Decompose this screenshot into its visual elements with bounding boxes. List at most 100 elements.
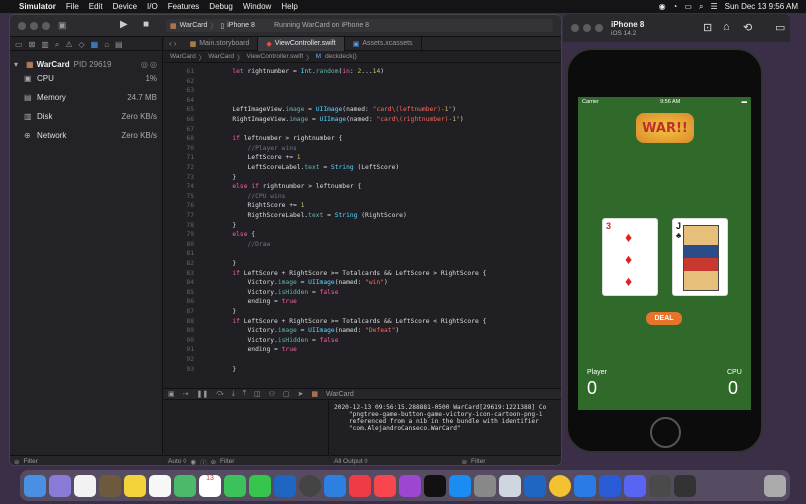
menu-window[interactable]: Window: [243, 2, 271, 11]
code-line[interactable]: Victory.image = UIImage(named: "win"): [202, 279, 387, 286]
maps-icon[interactable]: [174, 474, 196, 497]
notes-icon[interactable]: [99, 474, 121, 497]
code-line[interactable]: //Draw: [202, 241, 270, 248]
menu-io[interactable]: I/O: [147, 2, 158, 11]
code-line[interactable]: }: [202, 222, 236, 229]
code-line[interactable]: else if rightnumber > leftnumber {: [202, 183, 361, 190]
stop-button[interactable]: ■: [143, 19, 149, 30]
record-icon[interactable]: ◉: [659, 2, 666, 11]
breakpoint-icon[interactable]: ⌂: [104, 40, 109, 49]
sidebar-toggle-icon[interactable]: ▣: [58, 20, 67, 31]
folder-icon[interactable]: ▭: [15, 40, 23, 49]
code-line[interactable]: if LeftScore + RightScore >= Totalcards …: [202, 318, 486, 325]
memory-graph-icon[interactable]: ⚇: [269, 390, 275, 398]
test-icon[interactable]: ◇: [78, 40, 84, 49]
search-icon[interactable]: ⌕: [699, 2, 703, 12]
code-line[interactable]: if leftnumber > rightnumber {: [202, 135, 342, 142]
trash-icon[interactable]: [764, 474, 786, 497]
podcasts-icon[interactable]: [399, 474, 421, 497]
find-icon[interactable]: ⌕: [55, 40, 59, 49]
info-icon[interactable]: ⓘ: [200, 457, 207, 466]
outlook-icon[interactable]: [524, 474, 546, 497]
symbol-icon[interactable]: ▥: [41, 40, 49, 49]
messages-icon[interactable]: [249, 474, 271, 497]
close-window-button[interactable]: [571, 24, 579, 32]
navigator-filter[interactable]: ⊜ Filter: [10, 455, 163, 465]
eye-icon[interactable]: ◉: [190, 458, 196, 466]
code-line[interactable]: }: [202, 308, 236, 315]
music-icon[interactable]: [374, 474, 396, 497]
jump-project[interactable]: WarCard: [170, 53, 196, 60]
report-icon[interactable]: ▤: [115, 40, 123, 49]
scheme-selector[interactable]: ▦ WarCard 〉 ▯ iPhone 8: [166, 19, 276, 32]
downloads-icon[interactable]: [674, 474, 696, 497]
menu-edit[interactable]: Edit: [89, 2, 103, 11]
breakpoints-icon[interactable]: ⇢: [183, 390, 189, 398]
outlook-icon[interactable]: [274, 474, 296, 497]
reminders-icon[interactable]: [149, 474, 171, 497]
minimize-window-button[interactable]: [583, 24, 591, 32]
gauge-memory[interactable]: ▤ Memory 24.7 MB: [10, 90, 163, 104]
code-area[interactable]: 61 let rightnumber = Int.random(in: 2...…: [164, 64, 561, 384]
system-preferences-icon[interactable]: [474, 474, 496, 497]
battery-icon[interactable]: ▭: [684, 2, 692, 11]
source-control-icon[interactable]: ⊠: [29, 40, 36, 49]
pause-icon[interactable]: ❚❚: [197, 390, 209, 398]
tv-icon[interactable]: [424, 474, 446, 497]
jump-group[interactable]: WarCard: [208, 53, 234, 60]
home-icon[interactable]: ⌂: [723, 21, 730, 33]
code-line[interactable]: }: [202, 174, 236, 181]
code-line[interactable]: }: [202, 260, 236, 267]
pause-icon[interactable]: ◎ ◎: [141, 60, 157, 69]
hide-debug-icon[interactable]: ▣: [168, 390, 175, 398]
tab-main-storyboard[interactable]: ▦ Main.storyboard: [182, 36, 259, 51]
photos-icon[interactable]: [74, 474, 96, 497]
nav-back-icon[interactable]: ‹ ›: [164, 39, 182, 48]
location-icon[interactable]: ➤: [297, 390, 303, 398]
code-line[interactable]: Victory.isHidden = false: [202, 289, 338, 296]
code-line[interactable]: if LeftScore + RightScore >= Totalcards …: [202, 270, 486, 277]
tab-viewcontroller-swift[interactable]: ◆ ViewController.swift: [258, 36, 345, 51]
code-line[interactable]: else {: [202, 231, 255, 238]
code-line[interactable]: RightImageView.image = UIImage(named: "c…: [202, 116, 463, 123]
code-line[interactable]: Victory.image = UIImage(named: "Defeat"): [202, 327, 399, 334]
code-line[interactable]: LeftScoreLabel.text = String (LeftScore): [202, 164, 399, 171]
deal-button[interactable]: DEAL: [646, 312, 682, 325]
menu-clock[interactable]: Sun Dec 13 9:56 AM: [725, 2, 798, 11]
control-center-icon[interactable]: ☰: [710, 2, 717, 11]
code-line[interactable]: let rightnumber = Int.random(in: 2...14): [202, 68, 384, 75]
issue-icon[interactable]: ⚠: [65, 40, 72, 49]
console-filter[interactable]: Filter: [471, 458, 485, 465]
facetime-icon[interactable]: [224, 474, 246, 497]
code-line[interactable]: //CPU wins: [202, 193, 285, 200]
news-icon[interactable]: [349, 474, 371, 497]
menu-debug[interactable]: Debug: [209, 2, 233, 11]
stacks-icon[interactable]: [649, 474, 671, 497]
gauge-network[interactable]: ⊕ Network Zero KB/s: [10, 128, 163, 142]
step-into-icon[interactable]: ⤓: [232, 390, 235, 398]
mp3-icon[interactable]: [299, 474, 321, 497]
auto-selector[interactable]: Auto ◊: [168, 458, 186, 465]
safari-icon[interactable]: [574, 474, 596, 497]
xcode-icon[interactable]: [324, 474, 346, 497]
app-store-icon[interactable]: [449, 474, 471, 497]
gauge-disk[interactable]: ▥ Disk Zero KB/s: [10, 109, 163, 123]
code-line[interactable]: Victory.isHidden = false: [202, 337, 338, 344]
environment-icon[interactable]: ▢: [283, 390, 290, 398]
step-over-icon[interactable]: ⤼: [216, 390, 223, 398]
debug-icon[interactable]: ▦: [91, 40, 99, 49]
disclosure-icon[interactable]: ▾: [14, 60, 24, 69]
code-line[interactable]: ending = true: [202, 346, 296, 353]
discord-icon[interactable]: [624, 474, 646, 497]
process-row[interactable]: ▾ ▦ WarCard PID 29619 ◎ ◎: [10, 57, 163, 71]
home-button[interactable]: [650, 417, 681, 448]
window-icon[interactable]: ▭: [775, 21, 785, 34]
zoom-window-button[interactable]: [595, 24, 603, 32]
tab-assets-xcassets[interactable]: ▣ Assets.xcassets: [345, 36, 422, 51]
jump-file[interactable]: ViewController.swift: [247, 53, 304, 60]
close-window-button[interactable]: [18, 22, 26, 30]
screenshot-icon[interactable]: ⊡: [703, 21, 712, 34]
calendar-icon[interactable]: 13: [199, 474, 221, 497]
code-line[interactable]: RightScore += 1: [202, 202, 304, 209]
wifi-icon[interactable]: ◔: [673, 2, 678, 11]
